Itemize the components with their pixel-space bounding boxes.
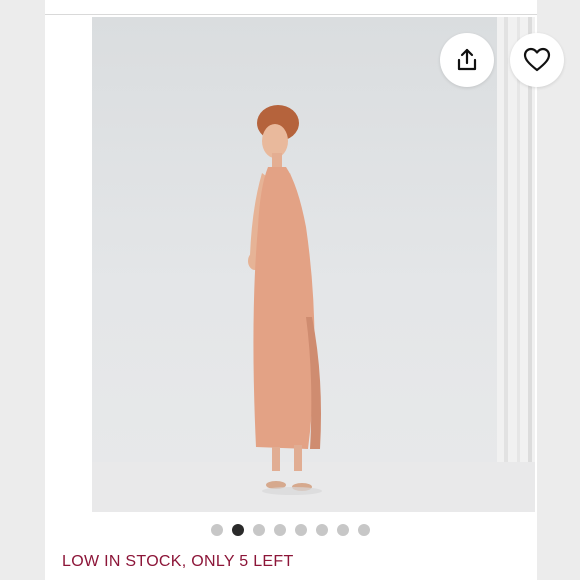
carousel-indicator	[0, 524, 580, 536]
carousel-dot[interactable]	[210, 524, 223, 536]
carousel-dot-active[interactable]	[231, 524, 244, 536]
carousel-dot[interactable]	[252, 524, 265, 536]
listing-card	[45, 0, 564, 580]
share-button[interactable]	[440, 33, 494, 87]
carousel-dot[interactable]	[294, 524, 307, 536]
dress-photo-illustration	[92, 17, 535, 512]
divider	[45, 14, 537, 15]
carousel-dot[interactable]	[273, 524, 286, 536]
product-image[interactable]	[92, 17, 535, 512]
carousel-dot[interactable]	[357, 524, 370, 536]
stock-notice: LOW IN STOCK, ONLY 5 LEFT	[62, 553, 294, 570]
carousel-dot[interactable]	[336, 524, 349, 536]
heart-icon	[523, 47, 551, 72]
like-button[interactable]	[510, 33, 564, 87]
carousel-dot[interactable]	[315, 524, 328, 536]
share-icon	[457, 48, 477, 71]
